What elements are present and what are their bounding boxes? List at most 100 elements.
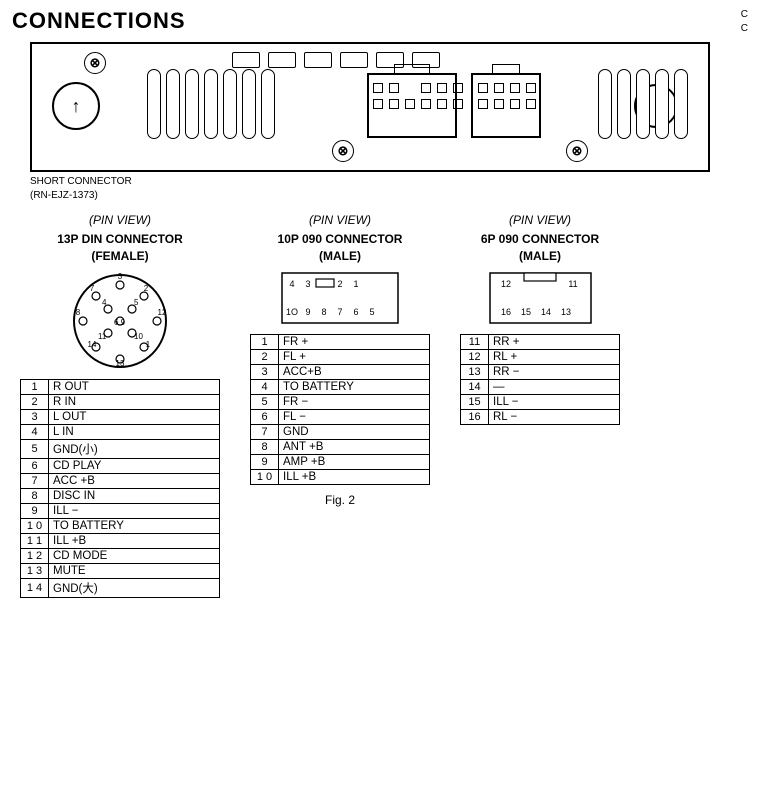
svg-text:13: 13: [560, 307, 570, 317]
vent-group-left: [147, 69, 275, 139]
pin-number: 8: [21, 488, 49, 503]
signal-name: GND: [279, 424, 430, 439]
pin-number: 7: [251, 424, 279, 439]
table-row: 11RR +: [461, 334, 620, 349]
signal-name: FR −: [279, 394, 430, 409]
signal-name: AMP +B: [279, 454, 430, 469]
signal-name: FL −: [279, 409, 430, 424]
left-pin-view: (PIN VIEW): [20, 213, 220, 227]
svg-text:12: 12: [158, 308, 167, 317]
pin-number: 6: [251, 409, 279, 424]
table-row: 6FL −: [251, 409, 430, 424]
pin-number: 9: [21, 503, 49, 518]
svg-text:6 9: 6 9: [114, 318, 126, 327]
pin-number: 2: [251, 349, 279, 364]
pin-number: 4: [251, 379, 279, 394]
svg-text:5: 5: [134, 298, 139, 307]
right-pin-svg: 12 11 16 15 14 13: [488, 271, 593, 326]
pin-number: 14: [461, 379, 489, 394]
svg-text:4: 4: [102, 298, 107, 307]
signal-name: ILL +B: [279, 469, 430, 484]
pin-number: 1 4: [21, 578, 49, 597]
table-row: 8ANT +B: [251, 439, 430, 454]
pin-number: 16: [461, 409, 489, 424]
pin-number: 7: [21, 473, 49, 488]
left-pin-table: 1R OUT2R IN3L OUT4L IN5GND(小)6CD PLAY7AC…: [20, 379, 220, 598]
table-row: 7GND: [251, 424, 430, 439]
table-row: 2R IN: [21, 394, 220, 409]
table-row: 1FR +: [251, 334, 430, 349]
svg-text:1: 1: [353, 279, 358, 289]
signal-name: R OUT: [49, 379, 220, 394]
pin-number: 5: [21, 439, 49, 458]
svg-text:2: 2: [337, 279, 342, 289]
signal-name: ILL +B: [49, 533, 220, 548]
pin-number: 1 0: [251, 469, 279, 484]
center-pin-diagram: 4 3 2 1 1O 9 8 7 6 5: [250, 271, 430, 326]
short-connector-label: SHORT CONNECTOR (RN-EJZ-1373): [30, 175, 760, 203]
pin-number: 15: [461, 394, 489, 409]
center-pin-table: 1FR +2FL +3ACC+B4TO BATTERY5FR −6FL −7GN…: [250, 334, 430, 485]
signal-name: ACC+B: [279, 364, 430, 379]
svg-text:11: 11: [98, 332, 107, 341]
signal-name: ILL −: [49, 503, 220, 518]
svg-text:16: 16: [500, 307, 510, 317]
pin-number: 1: [21, 379, 49, 394]
table-row: 3L OUT: [21, 409, 220, 424]
svg-text:4: 4: [289, 279, 294, 289]
top-buttons: [232, 52, 440, 68]
table-row: 1 0TO BATTERY: [21, 518, 220, 533]
fig-label: Fig. 2: [250, 493, 430, 507]
table-row: 5GND(小): [21, 439, 220, 458]
signal-name: R IN: [49, 394, 220, 409]
right-pin-table: 11RR +12RL +13RR −14—15ILL −16RL −: [460, 334, 620, 425]
signal-name: ANT +B: [279, 439, 430, 454]
center-connector-heading: 10P 090 CONNECTOR(MALE): [250, 231, 430, 265]
table-row: 6CD PLAY: [21, 458, 220, 473]
signal-name: RR +: [489, 334, 620, 349]
pin-number: 5: [251, 394, 279, 409]
signal-name: TO BATTERY: [49, 518, 220, 533]
table-row: 16RL −: [461, 409, 620, 424]
center-pin-svg: 4 3 2 1 1O 9 8 7 6 5: [280, 271, 400, 326]
left-section: (PIN VIEW) 13P DIN CONNECTOR(FEMALE) 3 2…: [20, 213, 220, 598]
pin-number: 6: [21, 458, 49, 473]
pin-number: 1 2: [21, 548, 49, 563]
left-pin-svg: 3 2 12 1 13 14 8 7 4: [70, 271, 170, 371]
svg-text:14: 14: [540, 307, 550, 317]
signal-name: ILL −: [489, 394, 620, 409]
pin-number: 4: [21, 424, 49, 439]
pin-number: 1 3: [21, 563, 49, 578]
svg-text:8: 8: [321, 307, 326, 317]
table-row: 9ILL −: [21, 503, 220, 518]
signal-name: GND(小): [49, 439, 220, 458]
table-row: 12RL +: [461, 349, 620, 364]
pin-number: 1 1: [21, 533, 49, 548]
table-row: 13RR −: [461, 364, 620, 379]
signal-name: —: [489, 379, 620, 394]
table-row: 4L IN: [21, 424, 220, 439]
signal-name: CD MODE: [49, 548, 220, 563]
signal-name: TO BATTERY: [279, 379, 430, 394]
svg-text:7: 7: [337, 307, 342, 317]
left-pin-diagram: 3 2 12 1 13 14 8 7 4: [20, 271, 220, 371]
table-row: 8DISC IN: [21, 488, 220, 503]
signal-name: RL +: [489, 349, 620, 364]
svg-text:12: 12: [500, 279, 510, 289]
svg-text:15: 15: [520, 307, 530, 317]
pin-number: 3: [251, 364, 279, 379]
svg-text:8: 8: [76, 308, 81, 317]
right-pin-view: (PIN VIEW): [460, 213, 620, 227]
signal-name: L OUT: [49, 409, 220, 424]
pin-number: 1: [251, 334, 279, 349]
svg-text:3: 3: [118, 272, 123, 281]
left-knob: ↑: [52, 82, 100, 130]
pin-number: 8: [251, 439, 279, 454]
pin-number: 12: [461, 349, 489, 364]
table-row: 2FL +: [251, 349, 430, 364]
pin-number: 9: [251, 454, 279, 469]
table-row: 1 2CD MODE: [21, 548, 220, 563]
signal-name: MUTE: [49, 563, 220, 578]
table-row: 1 3MUTE: [21, 563, 220, 578]
center-section: (PIN VIEW) 10P 090 CONNECTOR(MALE) 4 3 2…: [250, 213, 430, 598]
